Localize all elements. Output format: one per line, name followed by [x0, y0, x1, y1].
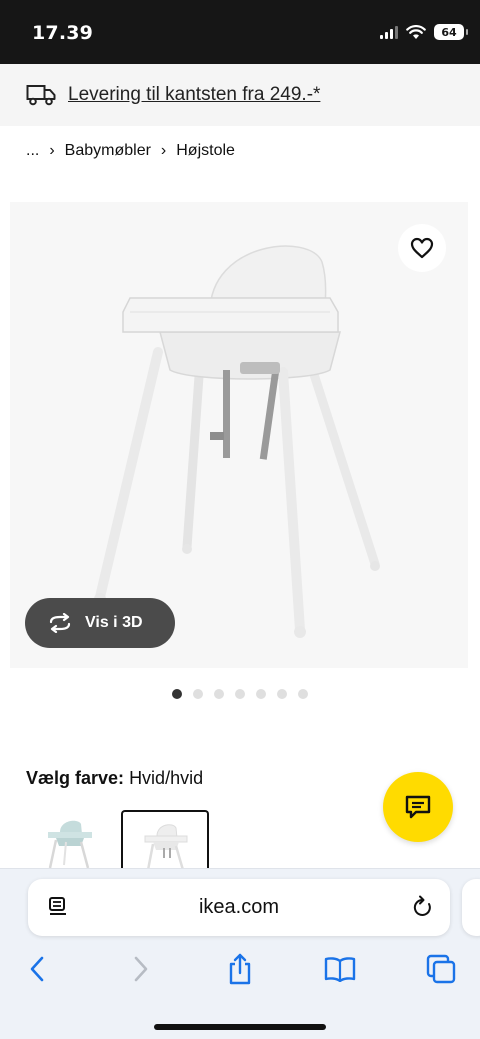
highchair-thumbnail: [48, 820, 92, 868]
breadcrumb-ellipsis[interactable]: ...: [26, 142, 39, 160]
color-swatch-white[interactable]: [121, 810, 209, 868]
delivery-link[interactable]: Levering til kantsten fra 249.-*: [68, 84, 320, 106]
highchair-thumbnail: [144, 824, 188, 868]
chevron-right-icon: ›: [160, 142, 167, 159]
home-indicator[interactable]: [154, 1024, 326, 1030]
status-bar: 17.39 64: [0, 0, 480, 64]
browser-bar: ikea.com: [0, 868, 480, 1039]
favorite-button[interactable]: [398, 224, 446, 272]
forward-button[interactable]: [121, 949, 161, 989]
chevron-right-icon: ›: [49, 142, 55, 159]
pagination-dot[interactable]: [256, 689, 266, 699]
pagination-dot[interactable]: [235, 689, 245, 699]
pagination-dot[interactable]: [193, 689, 203, 699]
tabs-button[interactable]: [421, 949, 461, 989]
color-value: Hvid/hvid: [129, 768, 204, 788]
view-3d-button[interactable]: Vis i 3D: [25, 598, 175, 648]
forward-icon: [134, 956, 148, 982]
bookmarks-button[interactable]: [320, 949, 360, 989]
truck-icon: [26, 85, 56, 106]
bookmarks-icon: [324, 957, 356, 982]
pagination-dot[interactable]: [172, 689, 182, 699]
next-tab-preview[interactable]: [462, 879, 480, 936]
pagination-dot[interactable]: [277, 689, 287, 699]
color-swatch-turquoise[interactable]: [26, 810, 114, 868]
battery-indicator: 64: [434, 24, 468, 40]
color-label-prefix: Vælg farve:: [26, 768, 125, 788]
color-selector-label: Vælg farve: Hvid/hvid: [26, 768, 203, 789]
image-pagination: [172, 689, 308, 699]
share-icon: [229, 953, 251, 985]
share-button[interactable]: [220, 949, 260, 989]
reader-icon[interactable]: [48, 896, 70, 918]
browser-toolbar: [0, 949, 480, 989]
breadcrumb-item-hojstole[interactable]: Højstole: [176, 142, 235, 160]
wifi-icon: [406, 24, 426, 39]
breadcrumb-item-babymobler[interactable]: Babymøbler: [65, 142, 151, 160]
reload-icon[interactable]: [412, 895, 434, 919]
product-image[interactable]: Vis i 3D: [10, 202, 468, 668]
view-3d-label: Vis i 3D: [85, 614, 143, 631]
breadcrumb: ... › Babymøbler › Højstole: [26, 142, 235, 160]
chat-button[interactable]: [383, 772, 453, 842]
status-icons: 64: [380, 24, 468, 40]
url-text: ikea.com: [198, 896, 280, 918]
pagination-dot[interactable]: [214, 689, 224, 699]
signal-icon: [380, 25, 398, 39]
back-button[interactable]: [17, 949, 57, 989]
chat-icon: [405, 795, 431, 819]
delivery-banner[interactable]: Levering til kantsten fra 249.-*: [0, 64, 480, 126]
back-icon: [30, 956, 44, 982]
rotate-3d-icon: [49, 613, 71, 633]
address-bar[interactable]: ikea.com: [28, 879, 450, 936]
heart-icon: [410, 237, 434, 259]
status-time: 17.39: [32, 22, 94, 44]
tabs-icon: [426, 954, 456, 984]
pagination-dot[interactable]: [298, 689, 308, 699]
